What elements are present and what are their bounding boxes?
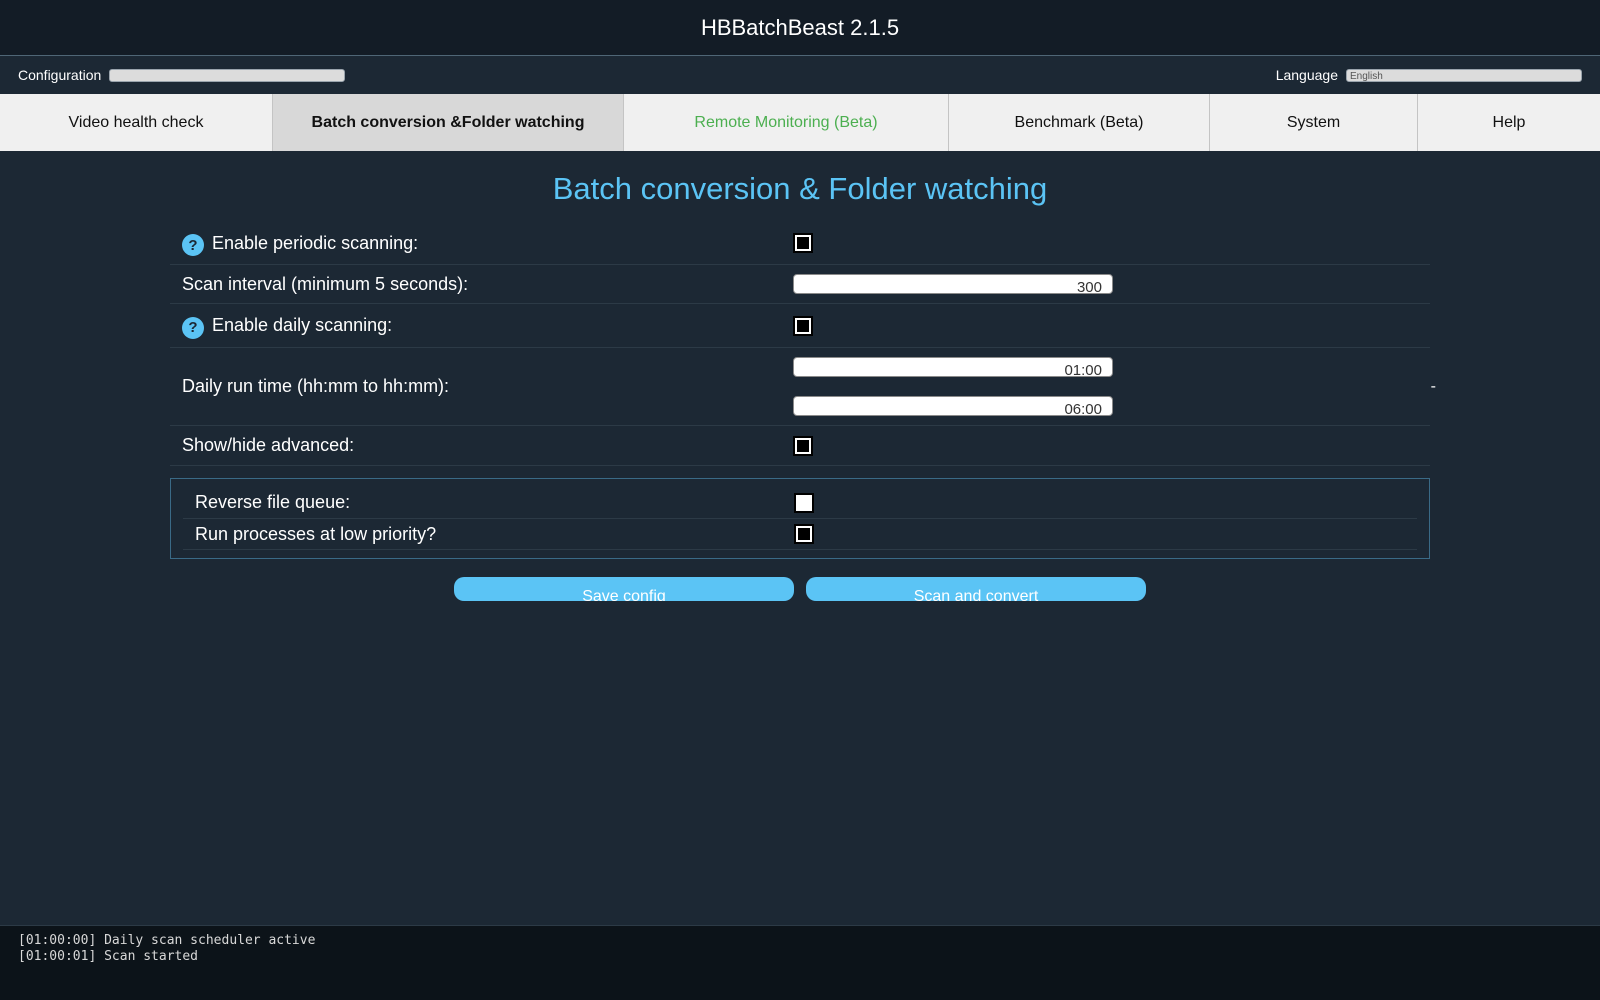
language-label: Language	[1275, 67, 1338, 83]
tab-video-health-check[interactable]: Video health check	[0, 94, 273, 151]
configuration-label: Configuration	[18, 67, 102, 83]
daily-scanning-checkbox[interactable]	[793, 315, 813, 336]
daily-end-time-input[interactable]: 06:00	[793, 396, 1113, 416]
scan-interval-input[interactable]: 300	[793, 274, 1113, 294]
daily-scanning-label-cell: ? Enable daily scanning:	[170, 313, 793, 339]
log-panel: [01:00:00] Daily scan scheduler active […	[0, 925, 1600, 1000]
language-select[interactable]: English	[1346, 68, 1582, 82]
periodic-scanning-label: Enable periodic scanning:	[212, 232, 419, 253]
settings-form: ? Enable periodic scanning: Scan interva…	[170, 222, 1436, 559]
daily-run-time-label: Daily run time (hh:mm to hh:mm):	[182, 376, 450, 396]
low-priority-checkbox[interactable]	[794, 524, 814, 544]
daily-scanning-label: Enable daily scanning:	[212, 315, 393, 335]
config-bar: Configuration Language English	[0, 56, 1600, 94]
tab-remote-monitoring[interactable]: Remote Monitoring (Beta)	[624, 94, 949, 151]
log-line: [01:00:01] Scan started	[18, 949, 199, 964]
time-range-separator: -	[1430, 377, 1436, 395]
language-group: Language English	[1276, 67, 1582, 83]
reverse-queue-label: Reverse file queue:	[195, 492, 351, 512]
save-config-button[interactable]: Save config	[454, 577, 794, 601]
daily-run-time-inputs: 01:00 06:00	[793, 357, 1113, 416]
app-title-bar: HBBatchBeast 2.1.5	[0, 0, 1600, 56]
action-buttons: Save config Scan and convert	[454, 577, 1146, 601]
help-icon[interactable]: ?	[182, 234, 204, 256]
app-title: HBBatchBeast 2.1.5	[700, 14, 900, 40]
daily-scanning-row: ? Enable daily scanning:	[170, 304, 1430, 348]
periodic-scanning-row: ? Enable periodic scanning:	[170, 222, 1430, 265]
scan-interval-label: Scan interval (minimum 5 seconds):	[182, 273, 469, 294]
low-priority-row: Run processes at low priority?	[183, 519, 1417, 550]
log-line: [01:00:00] Daily scan scheduler active	[18, 933, 316, 948]
tab-bar: Video health check Batch conversion &Fol…	[0, 94, 1600, 151]
page-title: Batch conversion & Folder watching	[552, 171, 1048, 206]
scan-and-convert-button[interactable]: Scan and convert	[806, 577, 1146, 601]
reverse-queue-checkbox[interactable]	[794, 492, 814, 513]
scan-interval-row: Scan interval (minimum 5 seconds): 300	[170, 265, 1430, 304]
show-advanced-row: Show/hide advanced:	[170, 426, 1430, 466]
show-advanced-checkbox[interactable]	[793, 435, 813, 456]
help-icon[interactable]: ?	[182, 316, 204, 339]
configuration-group: Configuration	[18, 67, 346, 83]
show-advanced-label: Show/hide advanced:	[182, 435, 355, 455]
daily-run-time-row: Daily run time (hh:mm to hh:mm): 01:00 0…	[170, 348, 1436, 426]
tab-help[interactable]: Help	[1418, 94, 1600, 151]
tab-system[interactable]: System	[1210, 94, 1418, 151]
low-priority-label: Run processes at low priority?	[195, 523, 437, 544]
daily-start-time-input[interactable]: 01:00	[793, 357, 1113, 377]
advanced-settings-panel: Reverse file queue: Run processes at low…	[170, 478, 1430, 559]
periodic-scanning-checkbox[interactable]	[793, 233, 813, 253]
tab-benchmark[interactable]: Benchmark (Beta)	[949, 94, 1210, 151]
tab-batch-conversion[interactable]: Batch conversion &Folder watching	[273, 94, 624, 151]
reverse-queue-row: Reverse file queue:	[183, 487, 1417, 519]
periodic-scanning-label-cell: ? Enable periodic scanning:	[170, 230, 793, 256]
configuration-select[interactable]	[109, 68, 346, 82]
